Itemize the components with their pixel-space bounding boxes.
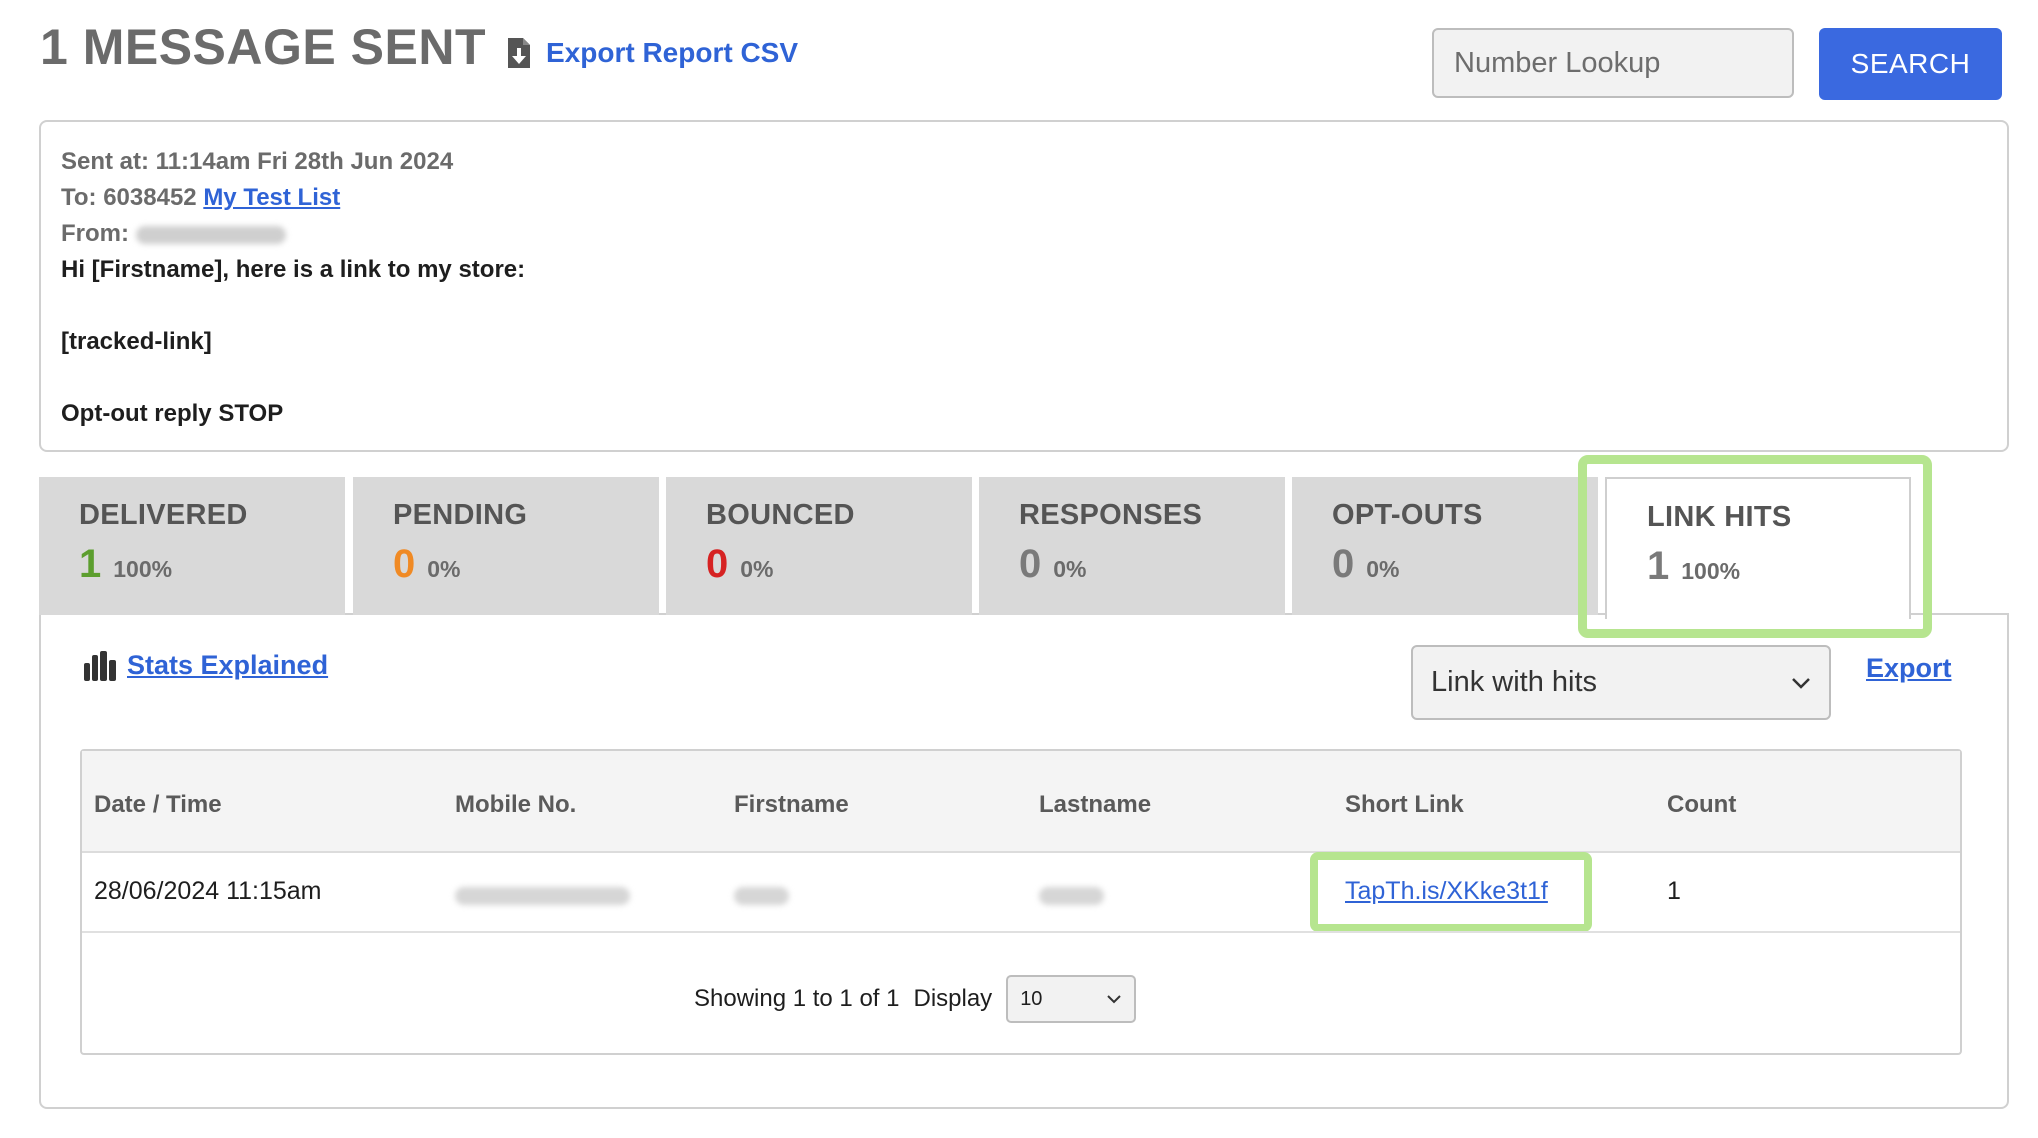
export-link[interactable]: Export <box>1866 653 1952 684</box>
tab-label: OPT-OUTS <box>1332 499 1483 531</box>
cell-count: 1 <box>1667 877 1681 905</box>
page-title: 1 MESSAGE SENT <box>40 19 486 75</box>
tab-percent: 0% <box>1366 556 1400 582</box>
message-line: Hi [Firstname], here is a link to my sto… <box>61 256 526 283</box>
chevron-down-icon <box>1792 677 1810 689</box>
tab-count: 0 <box>393 542 416 586</box>
cell-firstname-redacted <box>734 887 789 905</box>
recipient-list-link[interactable]: My Test List <box>203 184 340 211</box>
tab-count: 0 <box>706 542 729 586</box>
export-report-csv-link[interactable]: Export Report CSV <box>506 36 798 70</box>
tab-pending[interactable]: PENDING 0 0% <box>353 477 659 615</box>
tab-highlight-outline <box>1578 455 1932 638</box>
tab-bounced[interactable]: BOUNCED 0 0% <box>666 477 972 615</box>
bar-chart-icon <box>84 650 116 681</box>
row-divider <box>82 931 1960 933</box>
tab-count: 1 <box>79 542 102 586</box>
tab-opt-outs[interactable]: OPT-OUTS 0 0% <box>1292 477 1598 615</box>
number-lookup-input[interactable] <box>1432 28 1794 98</box>
tab-percent: 0% <box>740 556 774 582</box>
search-button[interactable]: SEARCH <box>1819 28 2002 100</box>
link-filter-select[interactable]: Link with hits <box>1411 645 1831 720</box>
tab-delivered[interactable]: DELIVERED 1 100% <box>39 477 345 615</box>
export-report-csv-label: Export Report CSV <box>546 37 799 68</box>
column-header-lastname[interactable]: Lastname <box>1039 791 1151 819</box>
tab-label: RESPONSES <box>1019 499 1203 531</box>
message-body: Hi [Firstname], here is a link to my sto… <box>61 252 1987 432</box>
sender-line: From: <box>61 216 1987 252</box>
stats-explained-label: Stats Explained <box>127 650 329 680</box>
cell-mobile-redacted <box>455 887 630 905</box>
recipient-line: To: 6038452 My Test List <box>61 180 1987 216</box>
stats-explained-link[interactable]: Stats Explained <box>83 650 328 681</box>
column-header-date-time[interactable]: Date / Time <box>94 791 222 819</box>
message-line: [tracked-link] <box>61 328 212 355</box>
chevron-down-icon <box>1107 995 1121 1004</box>
tab-responses[interactable]: RESPONSES 0 0% <box>979 477 1285 615</box>
column-header-firstname[interactable]: Firstname <box>734 791 849 819</box>
recipient-count: To: 6038452 <box>61 184 197 211</box>
file-download-icon <box>508 38 530 68</box>
tab-label: PENDING <box>393 499 528 531</box>
page-size-select[interactable]: 10 <box>1006 975 1137 1023</box>
page-size-value: 10 <box>1020 987 1043 1010</box>
tab-percent: 100% <box>113 556 173 582</box>
tab-label: BOUNCED <box>706 499 855 531</box>
tab-label: DELIVERED <box>79 499 248 531</box>
sent-at: Sent at: 11:14am Fri 28th Jun 2024 <box>61 148 454 175</box>
display-label: Display <box>913 985 993 1012</box>
from-label: From: <box>61 220 129 247</box>
message-details: Sent at: 11:14am Fri 28th Jun 2024 To: 6… <box>39 120 2009 452</box>
tab-percent: 0% <box>1053 556 1087 582</box>
column-header-mobile[interactable]: Mobile No. <box>455 791 576 819</box>
column-header-short-link[interactable]: Short Link <box>1345 791 1464 819</box>
cell-lastname-redacted <box>1039 887 1104 905</box>
tab-percent: 0% <box>427 556 461 582</box>
tab-count: 0 <box>1019 542 1042 586</box>
cell-datetime: 28/06/2024 11:15am <box>94 877 322 905</box>
message-line <box>61 360 1987 396</box>
tab-count: 0 <box>1332 542 1355 586</box>
short-link-highlight-outline <box>1310 852 1592 932</box>
showing-text: Showing 1 to 1 of 1 <box>694 985 900 1012</box>
pagination: Showing 1 to 1 of 1 Display 10 <box>694 975 1137 1023</box>
column-header-count[interactable]: Count <box>1667 791 1736 819</box>
message-line <box>61 288 1987 324</box>
sender-number-redacted <box>135 225 286 244</box>
message-line: Opt-out reply STOP <box>61 400 284 427</box>
link-filter-value: Link with hits <box>1431 666 1598 698</box>
